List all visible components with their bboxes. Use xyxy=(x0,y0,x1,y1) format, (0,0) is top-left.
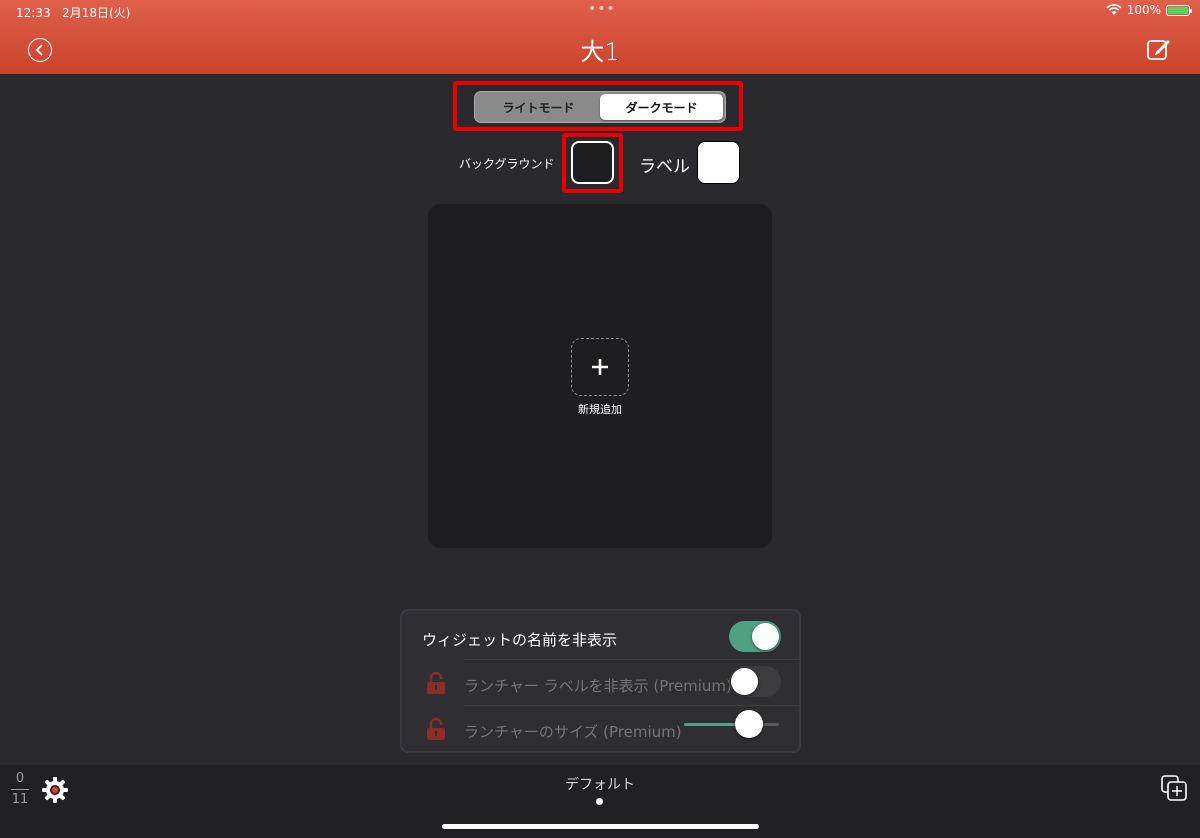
wifi-icon xyxy=(1106,4,1122,15)
slider-thumb[interactable] xyxy=(734,710,763,738)
hide-widget-name-row: ウィジェットの名前を非表示 xyxy=(402,615,799,659)
lock-icon xyxy=(427,717,445,740)
label-color-label: ラベル xyxy=(639,157,690,177)
home-indicator[interactable] xyxy=(442,824,759,829)
multitasking-dots[interactable]: ••• xyxy=(588,1,616,17)
page-name: デフォルト xyxy=(565,777,635,793)
compose-icon[interactable] xyxy=(1146,36,1172,62)
page-title: 大1 xyxy=(580,38,620,66)
label-color-swatch[interactable] xyxy=(697,141,740,184)
battery-percent: 100% xyxy=(1126,3,1161,17)
background-color-label: バックグラウンド xyxy=(459,157,555,171)
bottom-toolbar: 0 11 デフォルト xyxy=(0,765,1200,838)
status-indicators: 100% xyxy=(1106,3,1192,17)
dark-mode-tab[interactable]: ダークモード xyxy=(600,94,723,120)
plus-icon xyxy=(592,359,608,375)
hide-widget-name-label: ウィジェットの名前を非表示 xyxy=(422,631,618,649)
status-time: 12:33 2月18日(火) xyxy=(16,6,131,20)
lock-icon xyxy=(427,671,445,694)
add-new-label: 新規追加 xyxy=(578,403,622,416)
hide-widget-name-toggle[interactable] xyxy=(729,621,781,652)
duplicate-icon[interactable] xyxy=(1160,774,1188,802)
launcher-size-label: ランチャーのサイズ (Premium) xyxy=(464,723,682,741)
mode-segmented-control[interactable]: ライトモード ダークモード xyxy=(474,91,726,123)
battery-icon xyxy=(1166,4,1192,16)
hide-launcher-label-toggle[interactable] xyxy=(729,666,781,697)
launcher-size-slider[interactable] xyxy=(684,710,779,738)
light-mode-tab[interactable]: ライトモード xyxy=(477,94,600,120)
add-new-button[interactable] xyxy=(571,338,629,396)
navigation-bar: 12:33 2月18日(火) ••• 100% 大1 xyxy=(0,0,1200,74)
hide-launcher-label-text: ランチャー ラベルを非表示 (Premium) xyxy=(464,677,732,695)
page-indicator-dot[interactable] xyxy=(596,798,603,805)
background-color-swatch[interactable] xyxy=(571,141,614,184)
hide-launcher-label-row: ランチャー ラベルを非表示 (Premium) xyxy=(402,661,799,705)
widget-settings-panel: ウィジェットの名前を非表示 ランチャー ラベルを非表示 (Premium) ラン… xyxy=(400,609,801,753)
